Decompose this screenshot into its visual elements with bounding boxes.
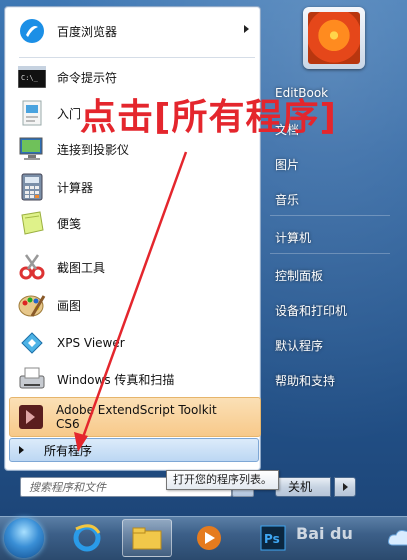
file-explorer-icon[interactable] bbox=[122, 519, 172, 557]
internet-explorer-icon[interactable] bbox=[62, 519, 112, 557]
media-player-icon[interactable] bbox=[184, 519, 234, 557]
baidu-watermark: Bai du bbox=[296, 524, 353, 543]
photoshop-icon[interactable]: Ps bbox=[248, 519, 298, 557]
annotation-arrow-icon bbox=[74, 151, 188, 452]
start-button-icon[interactable] bbox=[4, 518, 44, 558]
cloud-icon[interactable] bbox=[376, 519, 407, 557]
svg-text:Ps: Ps bbox=[264, 532, 280, 546]
